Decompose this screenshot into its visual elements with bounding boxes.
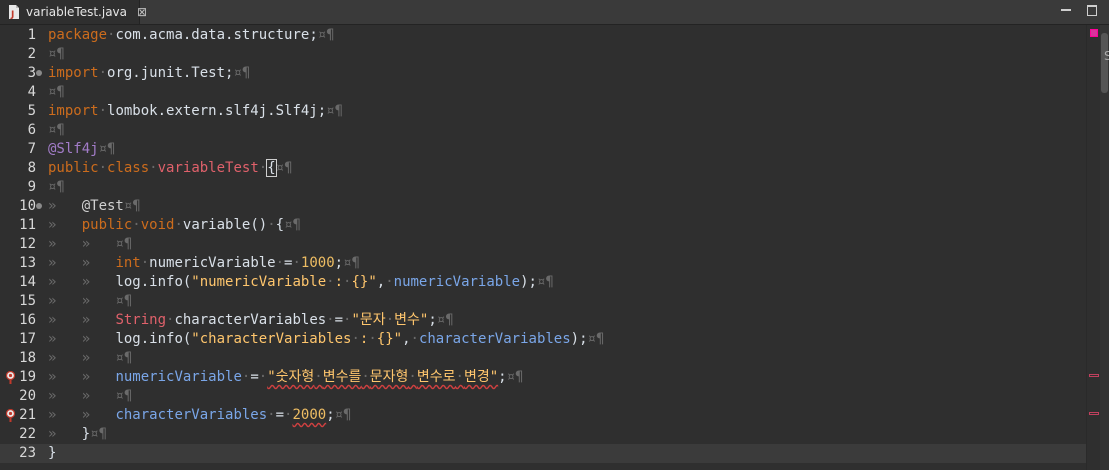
scrollbar-thumb[interactable] [1101,33,1108,93]
line-number: 17 [19,331,36,347]
line-number: 6 [27,122,36,138]
code-line[interactable]: 19» » numericVariable·=·"숫자형·변수를·문자형·변수로… [0,368,1086,387]
ruler-error-mark[interactable] [1089,374,1099,377]
code-line[interactable]: 20 » » ¤¶ [0,387,1086,406]
code-line[interactable]: 6 ¤¶ [0,121,1086,140]
fold-toggle-icon[interactable] [36,203,42,209]
code-line[interactable]: 17 » » log.info("characterVariables·:·{}"… [0,330,1086,349]
code-text: » » numericVariable·=·"숫자형·변수를·문자형·변수로·변… [48,369,524,385]
tab-label: variableTest.java [26,5,127,19]
code-line[interactable]: 11 » public·void·variable()·{¤¶ [0,216,1086,235]
line-number: 2 [27,46,36,62]
ruler-error-mark[interactable] [1089,412,1099,415]
line-number: 22 [19,426,36,442]
code-text: » » ¤¶ [48,293,133,309]
code-line[interactable]: 15 » » ¤¶ [0,292,1086,311]
line-number: 12 [19,236,36,252]
code-line[interactable]: 13 » » int·numericVariable·=·1000;¤¶ [0,254,1086,273]
line-number: 9 [27,179,36,195]
code-text: public·class·variableTest·{¤¶ [48,159,293,177]
line-number: 5 [27,103,36,119]
code-text: } [48,445,57,461]
line-number: 20 [19,388,36,404]
java-file-icon: J [8,5,20,19]
close-icon[interactable]: ⊠ [137,5,147,19]
code-line[interactable]: 23} [0,444,1086,463]
code-text: » » ¤¶ [48,388,133,404]
vertical-scrollbar[interactable] [1100,25,1109,470]
editor-tab-bar: J variableTest.java ⊠ [0,0,1109,25]
error-marker-icon[interactable] [5,408,16,422]
code-text: » » characterVariables·=·2000;¤¶ [48,407,352,423]
editor-window: J variableTest.java ⊠ 1 package·com.acma.… [0,0,1109,470]
code-text: » public·void·variable()·{¤¶ [48,217,301,233]
code-line[interactable]: 4 ¤¶ [0,83,1086,102]
code-line[interactable]: 9 ¤¶ [0,178,1086,197]
code-text: import·lombok.extern.slf4j.Slf4j;¤¶ [48,103,344,119]
error-summary-icon[interactable] [1090,29,1098,37]
side-panel-letter: S [1104,49,1109,63]
code-line[interactable]: 14 » » log.info("numericVariable·:·{}",·n… [0,273,1086,292]
line-number: 4 [27,84,36,100]
line-number: 8 [27,160,36,176]
code-text: ¤¶ [48,46,65,62]
line-number: 18 [19,350,36,366]
code-line[interactable]: 16 » » String·characterVariables·=·"문자·변수… [0,311,1086,330]
overview-ruler[interactable] [1086,25,1101,470]
window-controls [1059,3,1099,17]
line-number: 16 [19,312,36,328]
code-line[interactable]: 8 public·class·variableTest·{¤¶ [0,159,1086,178]
code-line[interactable]: 7 @Slf4j¤¶ [0,140,1086,159]
line-number: 14 [19,274,36,290]
code-text: » @Test¤¶ [48,198,141,214]
code-line[interactable]: 10 » @Test¤¶ [0,197,1086,216]
code-text: package·com.acma.data.structure;¤¶ [48,27,335,43]
code-line[interactable]: 22 » }¤¶ [0,425,1086,444]
code-line[interactable]: 18 » » ¤¶ [0,349,1086,368]
code-line[interactable]: 1 package·com.acma.data.structure;¤¶ [0,26,1086,45]
code-text: ¤¶ [48,84,65,100]
code-line[interactable]: 21» » characterVariables·=·2000;¤¶ [0,406,1086,425]
code-text: » » log.info("numericVariable·:·{}",·num… [48,274,554,290]
minimize-icon[interactable] [1059,3,1073,17]
code-line[interactable]: 12 » » ¤¶ [0,235,1086,254]
line-number: 11 [19,217,36,233]
line-number: 15 [19,293,36,309]
code-line[interactable]: 3 import·org.junit.Test;¤¶ [0,64,1086,83]
line-number: 1 [27,27,36,43]
code-text: @Slf4j¤¶ [48,141,116,157]
svg-text:J: J [10,10,14,19]
code-text: » » ¤¶ [48,236,133,252]
code-text: ¤¶ [48,122,65,138]
code-text: » » String·characterVariables·=·"문자·변수";… [48,312,454,328]
error-marker-icon[interactable] [5,370,16,384]
code-text: ¤¶ [48,179,65,195]
code-line[interactable]: 2 ¤¶ [0,45,1086,64]
line-number: 23 [19,445,36,461]
line-number: 10 [19,198,36,214]
code-text: » }¤¶ [48,426,108,442]
line-number: 7 [27,141,36,157]
maximize-icon[interactable] [1085,3,1099,17]
code-text: » » log.info("characterVariables·:·{}",·… [48,331,605,347]
fold-toggle-icon[interactable] [36,70,42,76]
code-text: » » int·numericVariable·=·1000;¤¶ [48,255,360,271]
code-line[interactable]: 5 import·lombok.extern.slf4j.Slf4j;¤¶ [0,102,1086,121]
code-text: import·org.junit.Test;¤¶ [48,65,251,81]
line-number: 13 [19,255,36,271]
code-editor[interactable]: 1 package·com.acma.data.structure;¤¶ 2 ¤¶ 3 i… [0,25,1086,470]
code-text: » » ¤¶ [48,350,133,366]
line-number: 3 [27,65,36,81]
tab-variabletest-java[interactable]: J variableTest.java ⊠ [0,0,147,24]
